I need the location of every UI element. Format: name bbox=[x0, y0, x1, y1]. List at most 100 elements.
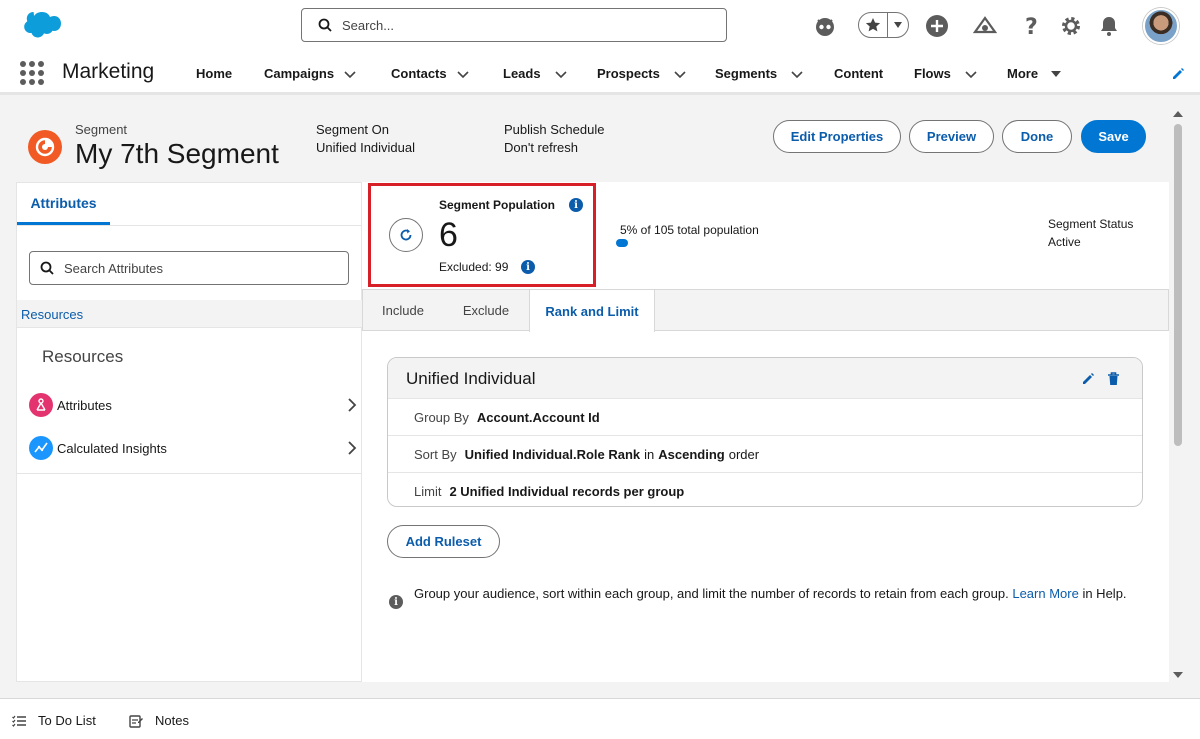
tab-rank-and-limit[interactable]: Rank and Limit bbox=[529, 290, 655, 332]
settings-gear-icon[interactable] bbox=[1058, 13, 1084, 39]
task-list-icon bbox=[12, 715, 26, 727]
breadcrumb-resources-link[interactable]: Resources bbox=[21, 307, 83, 322]
publish-schedule-label: Publish Schedule bbox=[504, 122, 605, 137]
delete-trash-icon[interactable] bbox=[1107, 372, 1120, 386]
breadcrumb: Resources bbox=[17, 300, 363, 328]
nav-item-prospects[interactable]: Prospects bbox=[597, 66, 686, 81]
resources-heading: Resources bbox=[42, 347, 124, 366]
favorites-group[interactable] bbox=[858, 12, 909, 38]
notes-label: Notes bbox=[155, 713, 189, 728]
add-icon[interactable] bbox=[924, 13, 950, 39]
object-type-label: Segment bbox=[75, 122, 128, 137]
nav-item-label: More bbox=[1007, 66, 1039, 81]
chevron-down-icon[interactable] bbox=[457, 68, 469, 80]
sort-order-suffix: order bbox=[728, 446, 760, 462]
nav-item-campaigns[interactable]: Campaigns bbox=[264, 66, 356, 81]
nav-item-label: Contacts bbox=[391, 66, 447, 81]
caret-down-icon[interactable] bbox=[888, 21, 908, 29]
add-ruleset-button[interactable]: Add Ruleset bbox=[387, 525, 500, 558]
sort-order-value: Ascending bbox=[658, 446, 725, 462]
star-icon[interactable] bbox=[859, 13, 889, 37]
nav-item-contacts[interactable]: Contacts bbox=[391, 66, 469, 81]
resource-item-label: Attributes bbox=[57, 397, 112, 413]
search-icon bbox=[318, 18, 332, 32]
nav-item-label: Prospects bbox=[597, 66, 660, 81]
resource-item-calculated-insights[interactable]: Calculated Insights bbox=[29, 435, 359, 461]
agent-icon[interactable] bbox=[812, 13, 838, 39]
population-info-icon[interactable]: i bbox=[569, 198, 583, 212]
learn-more-link[interactable]: Learn More bbox=[1012, 586, 1078, 601]
nav-item-leads[interactable]: Leads bbox=[503, 66, 567, 81]
scrollbar-thumb[interactable] bbox=[1174, 124, 1182, 446]
limit-row: Limit 2 Unified Individual records per g… bbox=[388, 473, 1142, 506]
segment-icon bbox=[28, 130, 62, 164]
chevron-down-icon[interactable] bbox=[791, 68, 803, 80]
app-launcher-icon[interactable] bbox=[20, 61, 44, 85]
tab-attributes[interactable]: Attributes bbox=[17, 183, 110, 225]
attributes-icon bbox=[29, 393, 53, 417]
nav-item-label: Segments bbox=[715, 66, 778, 81]
limit-label: Limit bbox=[414, 484, 442, 499]
nav-item-content[interactable]: Content bbox=[834, 66, 883, 81]
sort-in-text: in bbox=[644, 446, 655, 462]
notifications-bell-icon[interactable] bbox=[1096, 13, 1122, 39]
edit-pencil-icon[interactable] bbox=[1081, 372, 1095, 386]
nav-item-label: Home bbox=[196, 66, 233, 81]
trailhead-icon[interactable] bbox=[972, 13, 998, 39]
search-attributes-input[interactable]: Search Attributes bbox=[29, 251, 349, 285]
utility-bar: To Do List Notes bbox=[0, 698, 1200, 739]
nav-item-flows[interactable]: Flows bbox=[914, 66, 977, 81]
svg-text:?: ? bbox=[1025, 15, 1038, 38]
sort-by-label: Sort By bbox=[414, 446, 457, 462]
divider bbox=[17, 473, 363, 474]
nav-item-home[interactable]: Home bbox=[196, 66, 232, 81]
help-icon[interactable]: ? bbox=[1019, 13, 1045, 39]
chevron-right-icon bbox=[348, 398, 357, 412]
chevron-down-icon[interactable] bbox=[965, 68, 977, 80]
chevron-down-icon[interactable] bbox=[344, 68, 356, 80]
user-avatar[interactable] bbox=[1143, 8, 1179, 44]
nav-item-label: Content bbox=[834, 66, 884, 81]
segment-status-value: Active bbox=[1048, 235, 1081, 249]
preview-button[interactable]: Preview bbox=[909, 120, 994, 153]
tab-include[interactable]: Include bbox=[363, 290, 443, 331]
search-attributes-placeholder: Search Attributes bbox=[64, 260, 163, 276]
rule-tabs: Include Exclude Rank and Limit bbox=[362, 289, 1169, 332]
help-text-body: Group your audience, sort within each gr… bbox=[414, 586, 1009, 601]
edit-nav-pencil-icon[interactable] bbox=[1171, 67, 1185, 81]
scroll-up-arrow-icon[interactable] bbox=[1173, 111, 1183, 117]
resource-item-attributes[interactable]: Attributes bbox=[29, 392, 359, 418]
publish-schedule-value: Don't refresh bbox=[504, 140, 579, 155]
nav-item-segments[interactable]: Segments bbox=[715, 66, 803, 81]
refresh-population-button[interactable] bbox=[389, 218, 423, 252]
edit-properties-button[interactable]: Edit Properties bbox=[773, 120, 901, 153]
help-text: Group your audience, sort within each gr… bbox=[414, 585, 1149, 603]
salesforce-logo-icon[interactable] bbox=[15, 10, 61, 42]
done-button[interactable]: Done bbox=[1002, 120, 1072, 153]
info-icon: i bbox=[389, 595, 403, 609]
nav-item-label: Leads bbox=[503, 66, 541, 81]
segment-population-label: Segment Population bbox=[439, 198, 556, 212]
segment-on-value: Unified Individual bbox=[316, 140, 416, 155]
nav-item-label: Flows bbox=[914, 66, 951, 81]
card-header: Unified Individual bbox=[388, 358, 1142, 399]
nav-item-more[interactable]: More bbox=[1007, 66, 1062, 81]
scroll-down-arrow-icon[interactable] bbox=[1173, 672, 1183, 678]
global-search-input[interactable]: Search... bbox=[301, 8, 727, 42]
group-by-row: Group By Account.Account Id bbox=[388, 399, 1142, 436]
caret-down-icon[interactable] bbox=[1050, 68, 1062, 80]
excluded-info-icon[interactable]: i bbox=[521, 260, 535, 274]
save-button[interactable]: Save bbox=[1081, 120, 1146, 153]
help-text-suffix: in Help. bbox=[1082, 586, 1127, 601]
segment-status-label: Segment Status bbox=[1048, 217, 1134, 231]
chevron-down-icon[interactable] bbox=[555, 68, 567, 80]
chevron-down-icon[interactable] bbox=[674, 68, 686, 80]
tab-exclude[interactable]: Exclude bbox=[443, 290, 529, 331]
to-do-list-button[interactable]: To Do List bbox=[12, 713, 96, 728]
notes-button[interactable]: Notes bbox=[129, 713, 189, 728]
card-title: Unified Individual bbox=[406, 369, 536, 388]
notes-icon bbox=[129, 714, 143, 728]
population-percent-text: 5% of 105 total population bbox=[620, 223, 759, 237]
sort-by-value: Unified Individual.Role Rank bbox=[464, 446, 641, 462]
limit-value: 2 Unified Individual records per group bbox=[449, 484, 685, 499]
